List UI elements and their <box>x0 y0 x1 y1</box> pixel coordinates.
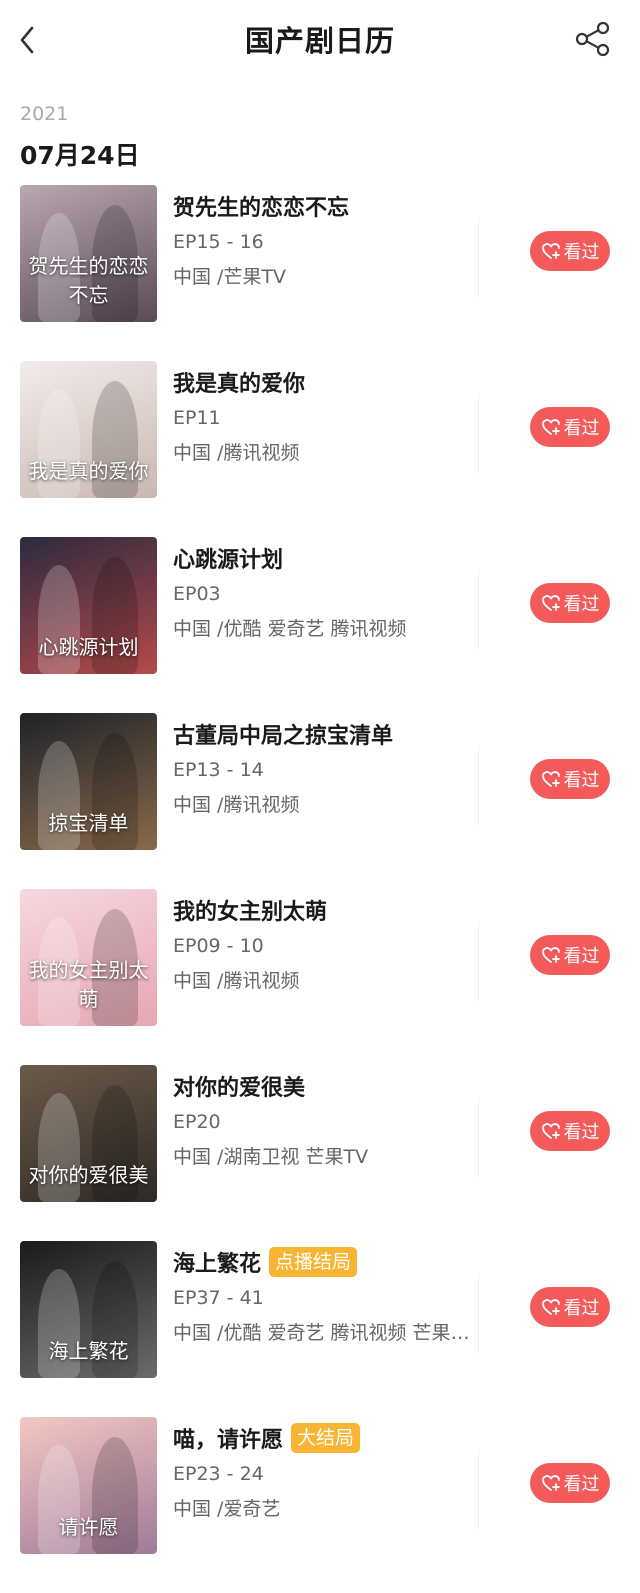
share-icon <box>575 21 610 57</box>
watched-button[interactable]: 看过 <box>530 759 610 799</box>
poster-image[interactable]: 掠宝清单 <box>20 713 157 850</box>
episode-label: EP23 - 24 <box>173 1463 264 1485</box>
watched-button[interactable]: 看过 <box>530 231 610 271</box>
drama-title-text: 我的女主别太萌 <box>173 900 328 925</box>
drama-title[interactable]: 我的女主别太萌 <box>173 894 327 926</box>
poster-title: 掠宝清单 <box>48 811 129 835</box>
episode-label: EP20 <box>173 1111 221 1133</box>
divider <box>478 218 479 298</box>
poster-title: 我的女主别太萌 <box>28 958 149 1011</box>
heart-plus-icon <box>541 243 560 259</box>
watched-button[interactable]: 看过 <box>530 407 610 447</box>
poster-image[interactable]: 对你的爱很美 <box>20 1065 157 1202</box>
poster-image[interactable]: 我是真的爱你 <box>20 361 157 498</box>
share-button[interactable] <box>574 20 612 58</box>
watched-button[interactable]: 看过 <box>530 1287 610 1327</box>
divider <box>478 1098 479 1178</box>
episode-label: EP09 - 10 <box>173 935 264 957</box>
watched-button-label: 看过 <box>563 418 600 439</box>
drama-title-text: 心跳源计划 <box>173 548 284 573</box>
divider <box>478 1450 479 1530</box>
episode-label: EP15 - 16 <box>173 231 264 253</box>
watched-button-label: 看过 <box>563 1298 600 1319</box>
drama-title[interactable]: 心跳源计划 <box>173 542 283 574</box>
list-item[interactable]: 我的女主别太萌 我的女主别太萌 EP09 - 10 中国 /腾讯视频 看过 <box>0 882 640 1058</box>
drama-title-text: 喵，请许愿 <box>173 1428 284 1453</box>
poster-image[interactable]: 贺先生的恋恋不忘 <box>20 185 157 322</box>
drama-title-text: 对你的爱很美 <box>173 1076 306 1101</box>
heart-plus-icon <box>541 1475 560 1491</box>
divider <box>478 922 479 1002</box>
episode-label: EP11 <box>173 407 221 429</box>
drama-title[interactable]: 喵，请许愿 大结局 <box>173 1422 361 1454</box>
drama-title[interactable]: 古董局中局之掠宝清单 <box>173 718 393 750</box>
poster-image[interactable]: 我的女主别太萌 <box>20 889 157 1026</box>
poster-image[interactable]: 心跳源计划 <box>20 537 157 674</box>
drama-title-text: 我是真的爱你 <box>173 372 306 397</box>
poster-title: 对你的爱很美 <box>28 1163 149 1187</box>
header: 国产剧日历 <box>0 0 640 80</box>
watched-button-label: 看过 <box>563 946 600 967</box>
platform-label: 中国 /腾讯视频 <box>173 970 300 992</box>
watched-button-label: 看过 <box>563 242 600 263</box>
heart-plus-icon <box>541 1299 560 1315</box>
watched-button[interactable]: 看过 <box>530 935 610 975</box>
watched-button-label: 看过 <box>563 770 600 791</box>
page-title: 国产剧日历 <box>244 24 395 58</box>
divider <box>478 746 479 826</box>
episode-label: EP37 - 41 <box>173 1287 264 1309</box>
watched-button[interactable]: 看过 <box>530 1111 610 1151</box>
watched-button[interactable]: 看过 <box>530 1463 610 1503</box>
date-label: 07月24日 <box>20 141 140 170</box>
platform-label: 中国 /腾讯视频 <box>173 794 300 816</box>
drama-title[interactable]: 海上繁花 点播结局 <box>173 1246 358 1278</box>
watched-button-label: 看过 <box>563 1474 600 1495</box>
status-badge: 点播结局 <box>269 1247 358 1277</box>
drama-title[interactable]: 对你的爱很美 <box>173 1070 305 1102</box>
drama-title[interactable]: 我是真的爱你 <box>173 366 305 398</box>
heart-plus-icon <box>541 947 560 963</box>
list-item[interactable]: 海上繁花 海上繁花 点播结局 EP37 - 41 中国 /优酷 爱奇艺 腾讯视频 芒果T… <box>0 1234 640 1410</box>
list-item[interactable]: 对你的爱很美 对你的爱很美 EP20 中国 /湖南卫视 芒果TV 看过 <box>0 1058 640 1234</box>
year-label: 2021 <box>20 103 69 125</box>
watched-button[interactable]: 看过 <box>530 583 610 623</box>
heart-plus-icon <box>541 595 560 611</box>
poster-image[interactable]: 请许愿 <box>20 1417 157 1554</box>
drama-title-text: 古董局中局之掠宝清单 <box>173 724 394 749</box>
drama-title[interactable]: 贺先生的恋恋不忘 <box>173 190 349 222</box>
platform-label: 中国 /爱奇艺 <box>173 1498 281 1520</box>
divider <box>478 570 479 650</box>
list-item[interactable]: 我是真的爱你 我是真的爱你 EP11 中国 /腾讯视频 看过 <box>0 354 640 530</box>
status-badge: 大结局 <box>291 1423 361 1453</box>
heart-plus-icon <box>541 1123 560 1139</box>
divider <box>478 394 479 474</box>
list-item[interactable]: 心跳源计划 心跳源计划 EP03 中国 /优酷 爱奇艺 腾讯视频 看过 <box>0 530 640 706</box>
poster-title: 请许愿 <box>58 1515 119 1539</box>
poster-image[interactable]: 海上繁花 <box>20 1241 157 1378</box>
poster-title: 心跳源计划 <box>38 635 139 659</box>
poster-title: 海上繁花 <box>48 1339 129 1363</box>
platform-label: 中国 /湖南卫视 芒果TV <box>173 1146 369 1168</box>
divider <box>478 1274 479 1354</box>
platform-label: 中国 /腾讯视频 <box>173 442 300 464</box>
heart-plus-icon <box>541 419 560 435</box>
episode-label: EP03 <box>173 583 221 605</box>
watched-button-label: 看过 <box>563 594 600 615</box>
list-item[interactable]: 贺先生的恋恋不忘 贺先生的恋恋不忘 EP15 - 16 中国 /芒果TV 看过 <box>0 178 640 354</box>
list-item[interactable]: 掠宝清单 古董局中局之掠宝清单 EP13 - 14 中国 /腾讯视频 看过 <box>0 706 640 882</box>
drama-title-text: 贺先生的恋恋不忘 <box>173 196 350 221</box>
list-item[interactable]: 请许愿 喵，请许愿 大结局 EP23 - 24 中国 /爱奇艺 看过 <box>0 1410 640 1586</box>
platform-label: 中国 /芒果TV <box>173 266 287 288</box>
heart-plus-icon <box>541 771 560 787</box>
platform-label: 中国 /优酷 爱奇艺 腾讯视频 芒果TV <box>173 1322 473 1344</box>
episode-label: EP13 - 14 <box>173 759 264 781</box>
poster-title: 贺先生的恋恋不忘 <box>28 254 149 307</box>
platform-label: 中国 /优酷 爱奇艺 腾讯视频 <box>173 618 407 640</box>
poster-title: 我是真的爱你 <box>28 459 149 483</box>
drama-title-text: 海上繁花 <box>173 1252 262 1277</box>
watched-button-label: 看过 <box>563 1122 600 1143</box>
